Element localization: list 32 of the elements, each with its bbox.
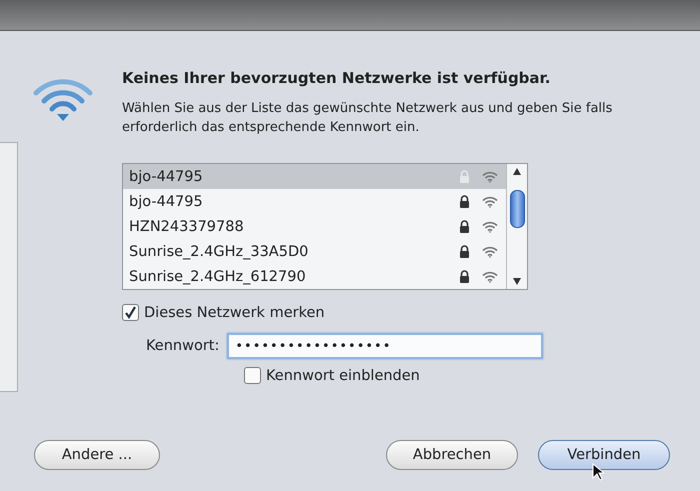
wifi-icon: [482, 270, 498, 282]
connect-button[interactable]: Verbinden: [538, 440, 670, 470]
other-button[interactable]: Andere ...: [34, 440, 160, 470]
wifi-icon: [482, 170, 498, 182]
scrollbar[interactable]: [506, 164, 527, 289]
network-row[interactable]: HZN243379788: [123, 214, 506, 239]
lock-icon: [459, 170, 470, 183]
network-row[interactable]: bjo-44795: [123, 189, 506, 214]
wifi-icon: [482, 196, 498, 208]
wifi-icon: [482, 220, 498, 232]
dialog-title: Keines Ihrer bevorzugten Netzwerke ist verfügbar.: [122, 69, 552, 87]
checkbox-label: Dieses Netzwerk merken: [144, 304, 325, 320]
scroll-up-icon[interactable]: [513, 168, 521, 175]
checkbox[interactable]: [244, 367, 261, 384]
network-row[interactable]: Sunrise_2.4GHz_612790: [123, 264, 506, 289]
password-field[interactable]: ••••••••••••••••••: [227, 333, 544, 359]
scroll-down-icon[interactable]: [513, 278, 521, 285]
lock-icon: [459, 270, 470, 283]
checkbox-label: Kennwort einblenden: [266, 368, 420, 384]
dialog-message: Wählen Sie aus der Liste das gewünschte Netzwerk aus und geben Sie falls erforderlich das entsprechende Kennwort ein.: [122, 100, 614, 137]
lock-icon: [459, 220, 470, 233]
network-row[interactable]: bjo-44795: [123, 164, 506, 189]
lock-icon: [459, 195, 470, 208]
lock-icon: [459, 245, 470, 258]
wifi-icon: [482, 246, 498, 258]
scroll-thumb[interactable]: [510, 190, 524, 228]
cursor-icon: [592, 463, 604, 481]
network-row[interactable]: Sunrise_2.4GHz_33A5D0: [123, 239, 506, 264]
cancel-button[interactable]: Abbrechen: [386, 440, 518, 470]
field-label: Kennwort:: [146, 338, 220, 354]
checkbox[interactable]: [122, 304, 139, 321]
wifi-icon: [32, 77, 94, 123]
